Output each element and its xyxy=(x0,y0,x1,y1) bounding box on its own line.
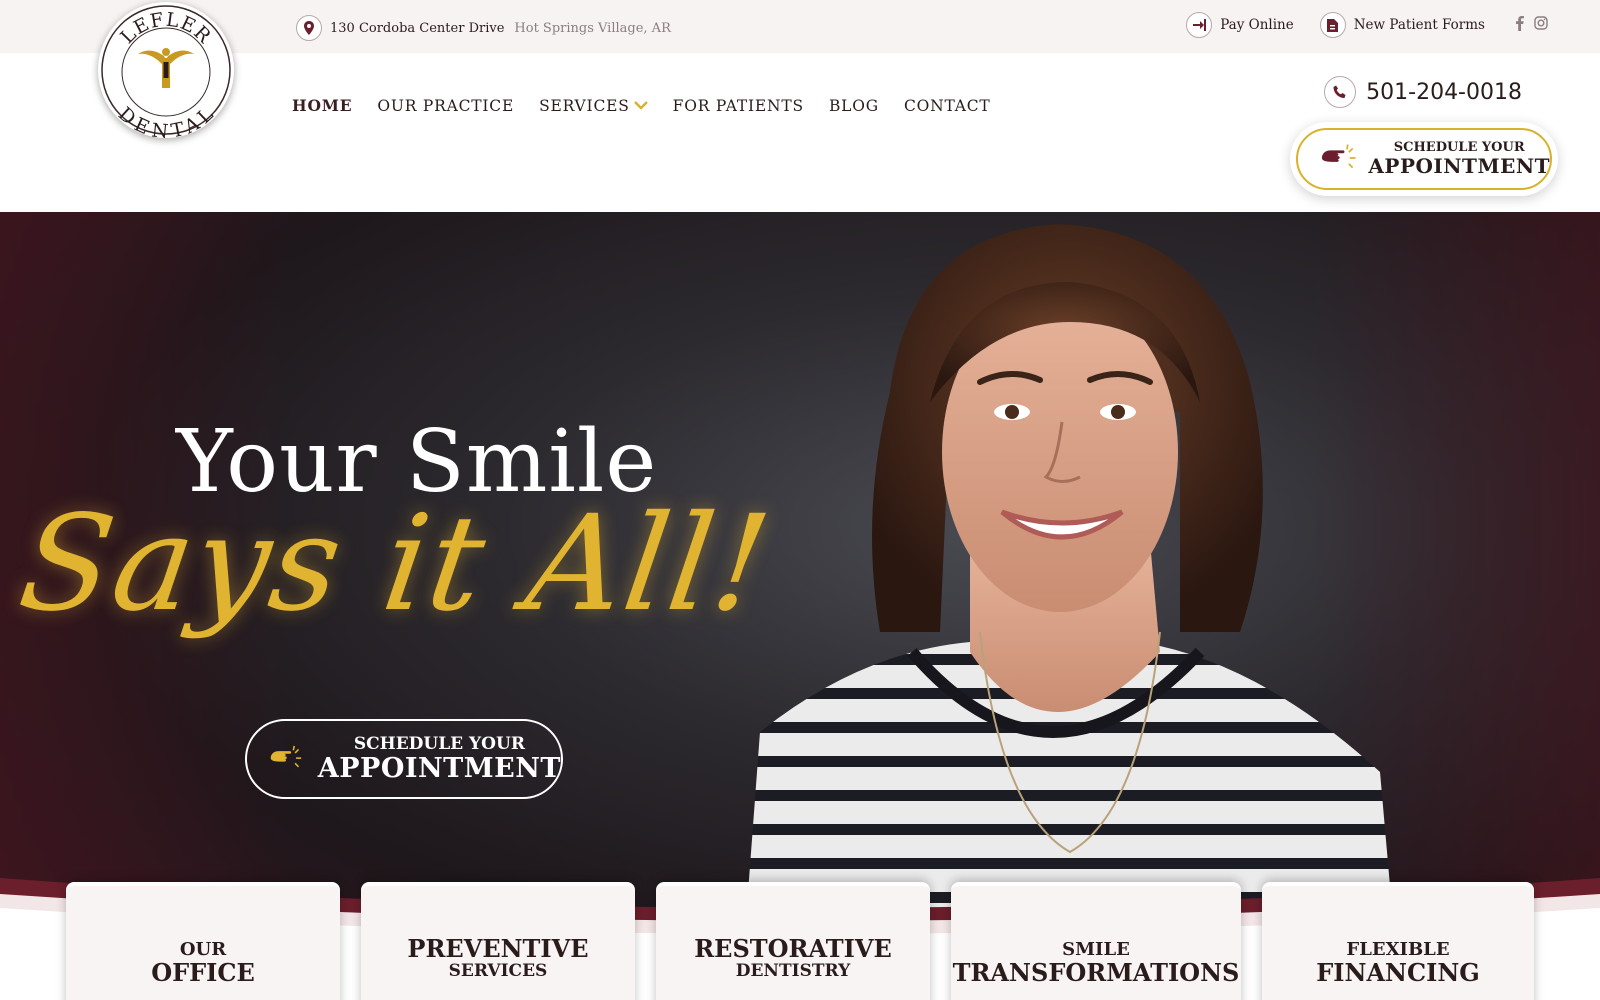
document-icon xyxy=(1319,12,1346,38)
nav-our-practice[interactable]: OUR PRACTICE xyxy=(377,96,514,115)
nav-for-patients-label: FOR PATIENTS xyxy=(672,96,804,115)
hero-script-text: Says it All! xyxy=(11,487,781,641)
address-city: Hot Springs Village, AR xyxy=(514,20,671,36)
address[interactable]: 130 Cordoba Center Drive Hot Springs Vil… xyxy=(296,15,671,41)
card-restorative-line2: DENTISTRY xyxy=(735,961,851,982)
sign-in-icon xyxy=(1186,12,1213,38)
hero-appt-big: APPOINTMENT xyxy=(317,752,561,784)
nav-home[interactable]: HOME xyxy=(292,96,352,115)
nav-contact-label: CONTACT xyxy=(903,96,991,115)
header-schedule-button[interactable]: SCHEDULE YOUR APPOINTMENT xyxy=(1290,122,1558,196)
new-patient-forms-link[interactable]: New Patient Forms xyxy=(1319,12,1485,38)
card-our-office[interactable]: OUR OFFICE xyxy=(66,882,340,1000)
card-preventive-services[interactable]: PREVENTIVE SERVICES xyxy=(361,882,635,1000)
card-preventive-line1: PREVENTIVE xyxy=(407,934,589,963)
nav-home-label: HOME xyxy=(292,96,353,115)
header-appt-small: SCHEDULE YOUR xyxy=(1393,139,1525,155)
phone-number[interactable]: 501-204-0018 xyxy=(1324,76,1522,108)
card-financing-line1: FLEXIBLE xyxy=(1346,939,1450,960)
header-appt-big: APPOINTMENT xyxy=(1368,154,1550,179)
address-street: 130 Cordoba Center Drive xyxy=(330,20,505,36)
nav-blog[interactable]: BLOG xyxy=(829,96,879,115)
practice-logo[interactable]: LEFLER DENTAL xyxy=(98,2,234,143)
card-restorative-dentistry[interactable]: RESTORATIVE DENTISTRY xyxy=(656,882,930,1000)
nav-contact[interactable]: CONTACT xyxy=(904,96,991,115)
card-restorative-line1: RESTORATIVE xyxy=(694,934,892,963)
map-pin-icon xyxy=(296,15,322,41)
card-our-office-line1: OUR xyxy=(179,939,227,960)
pay-online-link[interactable]: Pay Online xyxy=(1186,12,1294,38)
card-smile-transformations[interactable]: SMILE TRANSFORMATIONS xyxy=(951,882,1241,1000)
pointing-hand-icon xyxy=(1321,144,1356,169)
card-smile-line1: SMILE xyxy=(1062,939,1130,960)
card-financing-line2: FINANCING xyxy=(1316,957,1480,987)
hero-appt-small: SCHEDULE YOUR xyxy=(353,733,525,754)
chevron-down-icon xyxy=(633,101,648,110)
phone-number-text: 501-204-0018 xyxy=(1366,79,1522,105)
nav-services-label: SERVICES xyxy=(539,96,630,115)
nav-our-practice-label: OUR PRACTICE xyxy=(377,96,515,115)
nav-services[interactable]: SERVICES xyxy=(539,96,648,115)
hero-schedule-button[interactable]: SCHEDULE YOUR APPOINTMENT xyxy=(245,719,563,799)
phone-icon xyxy=(1324,76,1357,108)
nav-blog-label: BLOG xyxy=(828,96,879,115)
main-nav: HOME OUR PRACTICE SERVICES FOR PATIENTS … xyxy=(292,96,991,115)
pay-online-label: Pay Online xyxy=(1220,17,1294,33)
card-flexible-financing[interactable]: FLEXIBLE FINANCING xyxy=(1262,882,1534,1000)
instagram-icon[interactable] xyxy=(1534,16,1548,34)
facebook-icon[interactable] xyxy=(1515,15,1524,35)
pointing-hand-icon xyxy=(270,745,302,768)
new-patient-forms-label: New Patient Forms xyxy=(1353,17,1485,33)
card-smile-line2: TRANSFORMATIONS xyxy=(952,957,1240,987)
card-our-office-line2: OFFICE xyxy=(151,957,255,987)
card-preventive-line2: SERVICES xyxy=(448,961,548,982)
nav-for-patients[interactable]: FOR PATIENTS xyxy=(673,96,804,115)
top-bar: 130 Cordoba Center Drive Hot Springs Vil… xyxy=(0,0,1600,53)
